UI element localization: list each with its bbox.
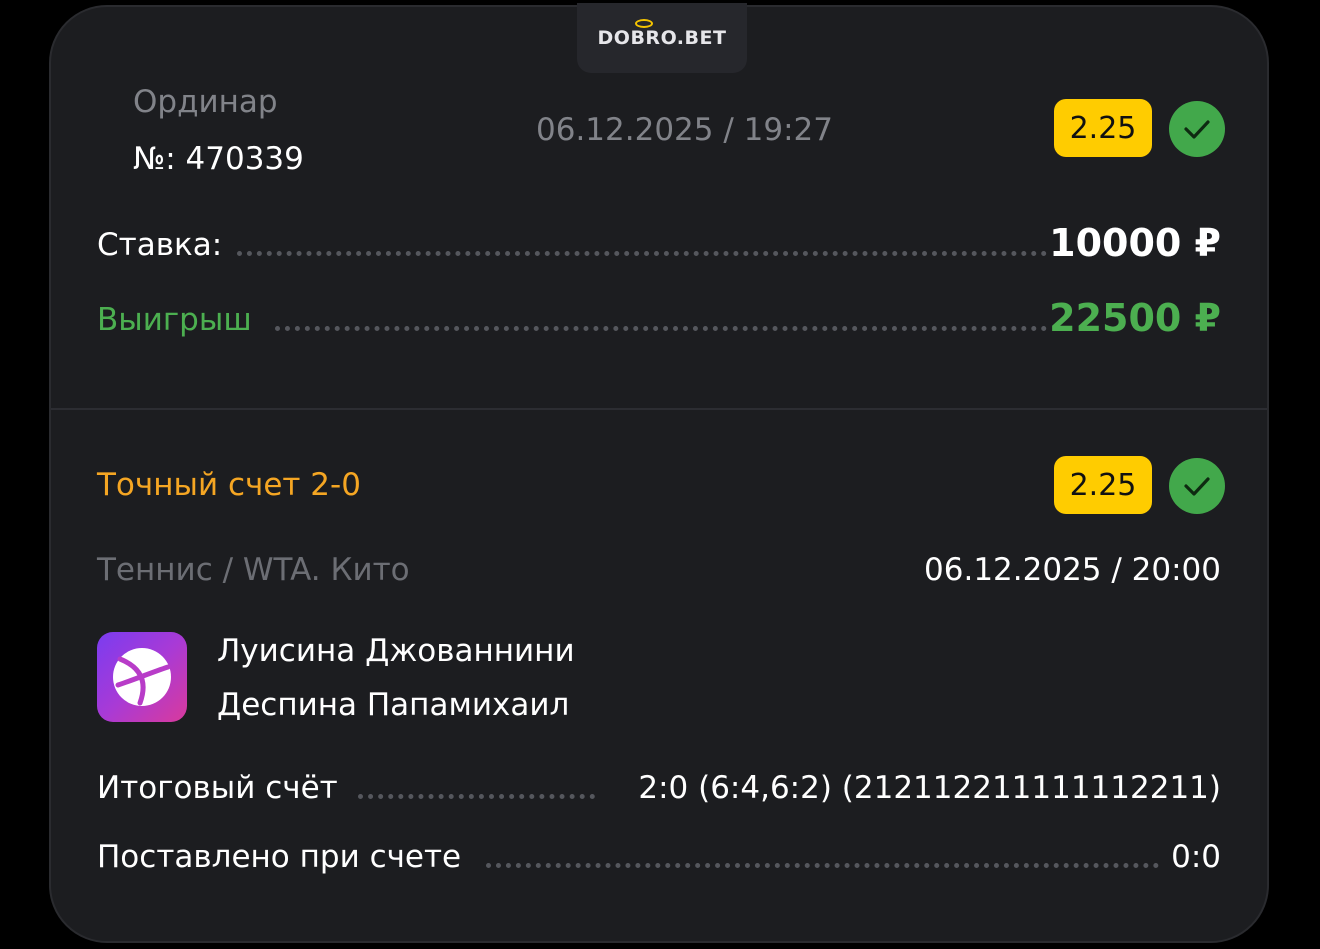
win-label: Выигрыш bbox=[97, 302, 252, 338]
halo-icon bbox=[634, 19, 653, 28]
final-score-leader bbox=[358, 794, 595, 799]
event-datetime: 06.12.2025 / 20:00 bbox=[924, 552, 1221, 588]
player-1: Луисина Джованнини bbox=[217, 633, 575, 669]
tennis-ball-icon bbox=[97, 632, 187, 722]
market-title: Точный счет 2-0 bbox=[97, 467, 361, 503]
placed-at-label: Поставлено при счете bbox=[97, 839, 462, 875]
bet-number: №: 470339 bbox=[133, 141, 304, 177]
win-leader bbox=[275, 326, 1047, 331]
league-label: Теннис / WTA. Кито bbox=[97, 552, 410, 588]
check-icon bbox=[1169, 101, 1225, 157]
win-value: 22500 ₽ bbox=[1049, 296, 1221, 340]
final-score-label: Итоговый счёт bbox=[97, 770, 338, 806]
stake-value: 10000 ₽ bbox=[1049, 221, 1221, 265]
player-2: Деспина Папамихаил bbox=[217, 687, 570, 723]
bet-type: Ординар bbox=[133, 84, 278, 120]
bet-card: DOBRO.BET Ординар №: 470339 06.12.2025 /… bbox=[49, 3, 1269, 943]
placed-at-value: 0:0 bbox=[1171, 839, 1221, 875]
check-icon bbox=[1169, 458, 1225, 514]
section-divider bbox=[51, 408, 1267, 410]
odds-badge: 2.25 bbox=[1054, 99, 1152, 157]
stake-leader bbox=[237, 251, 1047, 256]
final-score-value: 2:0 (6:4,6:2) (212112211111112211) bbox=[638, 770, 1221, 806]
placed-at-leader bbox=[486, 863, 1159, 868]
stake-label: Ставка: bbox=[97, 227, 223, 263]
bet-datetime: 06.12.2025 / 19:27 bbox=[536, 112, 833, 148]
brand-logo: DOBRO.BET bbox=[598, 19, 727, 49]
brand-logo-tab: DOBRO.BET bbox=[577, 3, 747, 73]
event-odds-badge: 2.25 bbox=[1054, 456, 1152, 514]
